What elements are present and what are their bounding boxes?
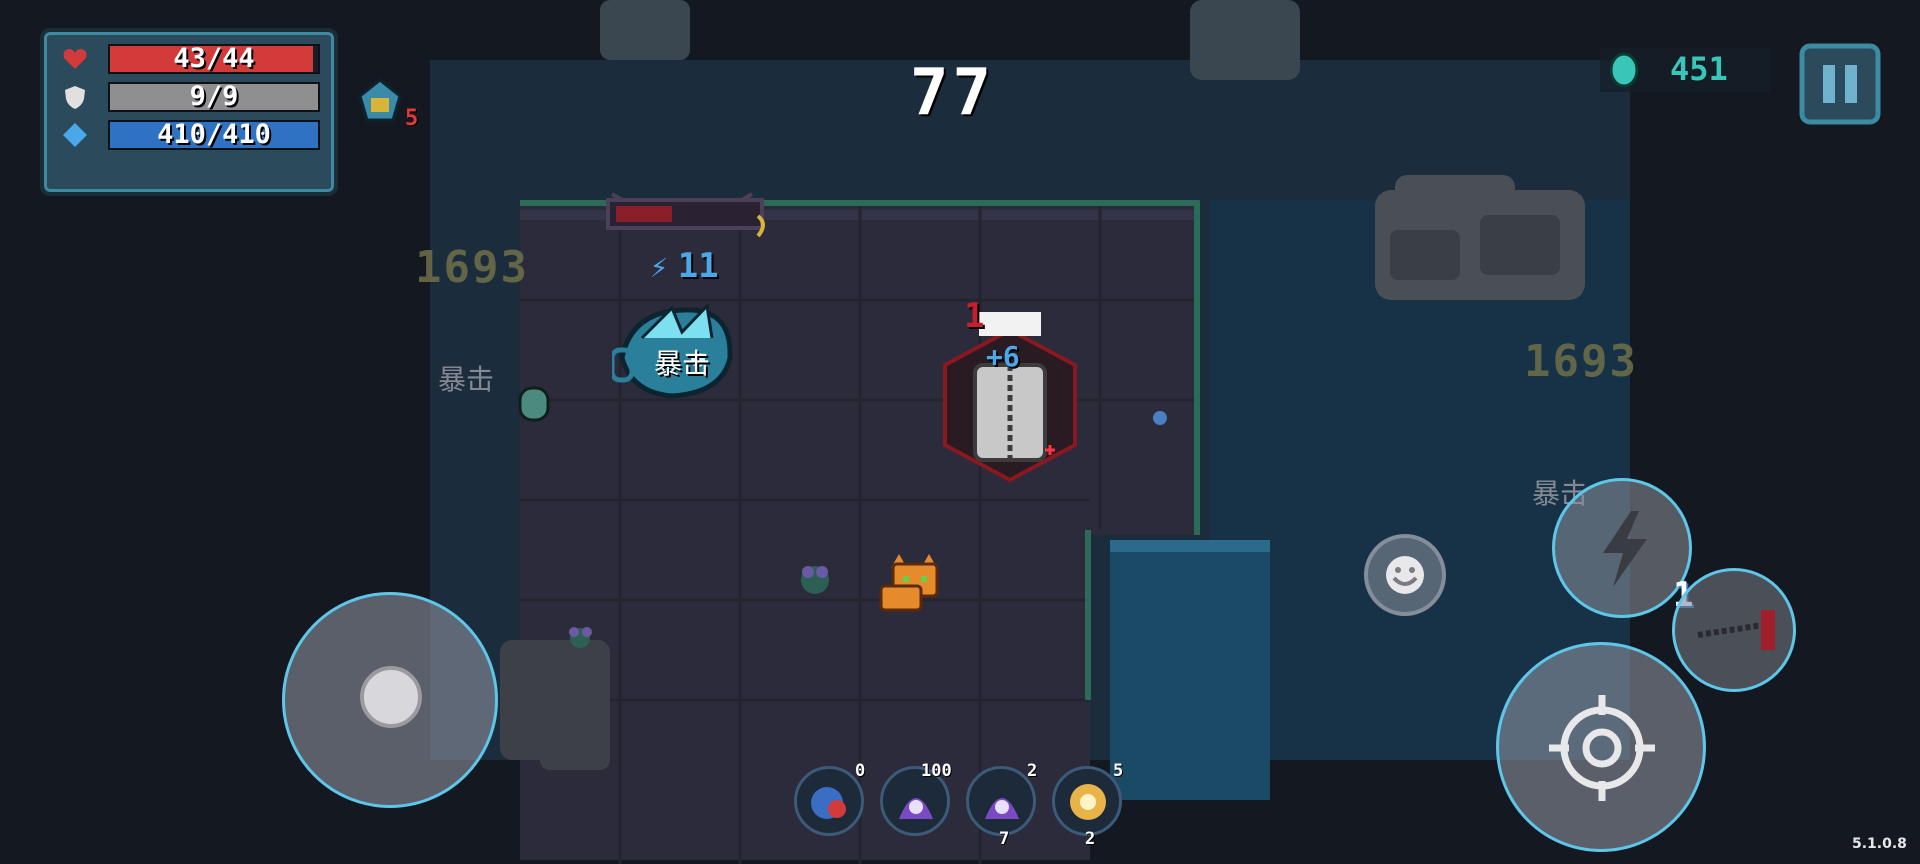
heart-icon [62, 46, 87, 70]
crosshair-icon [1549, 695, 1655, 801]
boss-energy-count: 11 [677, 246, 719, 286]
armor-row: 9/9 [58, 80, 320, 114]
player-stats-panel: 43/44 9/9 410/410 [40, 28, 338, 196]
wave-timer: 77 [910, 56, 996, 130]
boss-energy-display: ⚡ 11 [650, 246, 719, 286]
damage-number-right: 1693 [1524, 336, 1638, 387]
potion-icon [811, 787, 846, 819]
gem-icon [1609, 52, 1639, 88]
skill-button[interactable]: 1 [1552, 478, 1693, 618]
hp-text: 43/44 [173, 43, 255, 74]
purple-creature-icon [985, 798, 1019, 819]
weapon-swap-button[interactable] [1672, 568, 1796, 692]
joystick-knob[interactable] [360, 666, 422, 728]
item-hotbar: 0 100 2 7 5 2 [794, 761, 1134, 862]
crit-text-left: 暴击 [438, 363, 495, 396]
armored-player-character [935, 310, 1085, 500]
hotbar-bottom-count: 2 [1085, 829, 1096, 849]
movement-joystick[interactable] [282, 592, 498, 808]
pause-button[interactable] [1790, 36, 1890, 132]
purple-creature-icon [899, 798, 933, 819]
energy-text: 410/410 [157, 119, 271, 150]
buff-indicator[interactable]: 5 [355, 76, 419, 132]
hotbar-slot[interactable]: 100 [880, 761, 952, 836]
lightning-icon [1603, 511, 1647, 587]
diamond-icon [62, 122, 87, 147]
hit-number-red: 1 [964, 296, 985, 336]
boss-health-bar [606, 192, 765, 238]
cat-pet [875, 548, 945, 614]
hotbar-top-count: 100 [921, 761, 952, 781]
gem-counter: 451 [1600, 48, 1770, 92]
shield-icon [62, 84, 86, 109]
hotbar-slot[interactable]: 0 [794, 761, 865, 836]
energy-bar: 410/410 [108, 120, 320, 150]
energy-row: 410/410 [58, 118, 320, 152]
helmet-buff-icon [358, 78, 402, 122]
blast-icon [1070, 784, 1106, 820]
version-label: 5.1.0.8 [1852, 836, 1907, 852]
hotbar-slot[interactable]: 2 7 [966, 761, 1037, 849]
armor-text: 9/9 [189, 81, 239, 112]
gem-count: 451 [1670, 50, 1728, 88]
hotbar-top-count: 5 [1113, 761, 1124, 781]
damage-number-left: 1693 [415, 242, 529, 293]
buff-count: 5 [405, 106, 419, 131]
hp-row: 43/44 [58, 42, 320, 76]
fire-button[interactable] [1496, 642, 1706, 852]
pause-icon [1823, 65, 1857, 103]
hotbar-top-count: 2 [1027, 761, 1038, 781]
hotbar-slot[interactable]: 5 2 [1052, 761, 1123, 849]
emote-button[interactable] [1364, 534, 1446, 616]
hp-bar: 43/44 [108, 44, 320, 74]
armor-bar: 9/9 [108, 82, 320, 112]
smiley-icon [1386, 556, 1424, 594]
crit-text-top: 暴击 [654, 347, 711, 380]
weapon-swap-icon [1697, 610, 1775, 650]
hotbar-bottom-count: 7 [999, 829, 1010, 849]
hotbar-top-count: 0 [855, 761, 866, 781]
lightning-icon: ⚡ [650, 250, 669, 285]
plus-number: +6 [986, 340, 1020, 373]
